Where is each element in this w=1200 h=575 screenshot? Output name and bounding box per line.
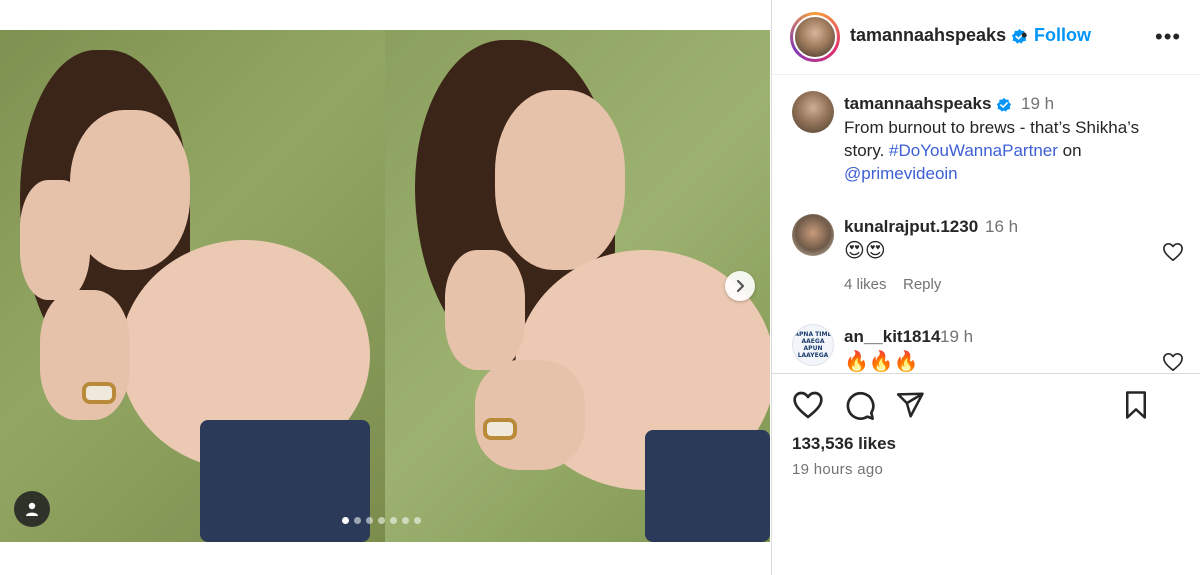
- comment-avatar[interactable]: APNA TIME AAEGA APUN LAAYEGA: [792, 324, 834, 366]
- caption-username[interactable]: tamannaahspeaks: [844, 94, 1012, 114]
- heart-icon[interactable]: [792, 390, 824, 420]
- tagged-users-button[interactable]: [14, 491, 50, 527]
- mention-link[interactable]: @primevideoin: [844, 164, 958, 183]
- hashtag-link[interactable]: #DoYouWannaPartner: [889, 141, 1058, 160]
- reply-button[interactable]: Reply: [903, 276, 941, 293]
- comment-username[interactable]: kunalrajput.1230: [844, 217, 978, 237]
- post-header: tamannaahspeaks • Follow •••: [772, 0, 1200, 75]
- caption-time[interactable]: 19 h: [1021, 94, 1054, 114]
- hand-shape: [20, 180, 90, 300]
- caption-text: From burnout to brews - that’s Shikha’s …: [844, 118, 1140, 183]
- carousel-indicator: [342, 517, 421, 524]
- comment-username[interactable]: an__kit1814: [844, 327, 940, 347]
- carousel-dot: [402, 517, 409, 524]
- comments-section[interactable]: tamannaahspeaks 19 h From burnout to bre…: [772, 76, 1200, 374]
- user-tag-icon: [26, 502, 38, 516]
- caption-avatar[interactable]: [792, 91, 834, 133]
- author-avatar[interactable]: [790, 12, 840, 62]
- comment-likes[interactable]: 4 likes: [844, 276, 887, 293]
- instagram-post-page: tamannaahspeaks • Follow ••• tamannaahsp…: [0, 0, 1200, 575]
- carousel-dot: [378, 517, 385, 524]
- avatar-text: APNA TIME AAEGA APUN LAAYEGA: [794, 331, 832, 359]
- next-image-button[interactable]: [725, 271, 755, 301]
- bookmark-icon[interactable]: [1122, 390, 1150, 420]
- watch-shape: [483, 418, 517, 440]
- post-sidebar: tamannaahspeaks • Follow ••• tamannaahsp…: [771, 0, 1200, 575]
- comment-icon[interactable]: [844, 390, 876, 422]
- header-separator: •: [1021, 25, 1028, 45]
- post-actions: [792, 390, 1182, 424]
- share-icon[interactable]: [895, 390, 925, 420]
- comment-text: 😍😍: [844, 240, 886, 262]
- dress-shape: [645, 430, 770, 542]
- comment-avatar[interactable]: [792, 214, 834, 256]
- heart-icon[interactable]: [1162, 352, 1184, 372]
- carousel-dot: [354, 517, 361, 524]
- chevron-right-icon: [736, 279, 745, 293]
- post-photo-right: [385, 30, 770, 542]
- follow-button[interactable]: Follow: [1034, 25, 1091, 46]
- post-timestamp[interactable]: 19 hours ago: [792, 461, 883, 478]
- more-options-button[interactable]: •••: [1155, 24, 1181, 50]
- heart-icon[interactable]: [1162, 242, 1184, 262]
- post-media[interactable]: [0, 30, 770, 542]
- watch-shape: [82, 382, 116, 404]
- comment-text: 🔥🔥🔥: [844, 351, 919, 373]
- carousel-dot: [366, 517, 373, 524]
- comment-time: 16 h: [985, 217, 1019, 236]
- carousel-dot: [342, 517, 349, 524]
- post-photo-left: [0, 30, 385, 542]
- verified-badge-icon: [997, 97, 1012, 112]
- carousel-dot: [390, 517, 397, 524]
- carousel-dot: [414, 517, 421, 524]
- face-shape: [495, 90, 625, 270]
- comment-time: 19 h: [940, 327, 974, 346]
- likes-count[interactable]: 133,536 likes: [792, 434, 896, 454]
- arm-shape: [475, 360, 585, 470]
- hand-shape: [445, 250, 525, 370]
- author-username[interactable]: tamannaahspeaks: [850, 25, 1028, 46]
